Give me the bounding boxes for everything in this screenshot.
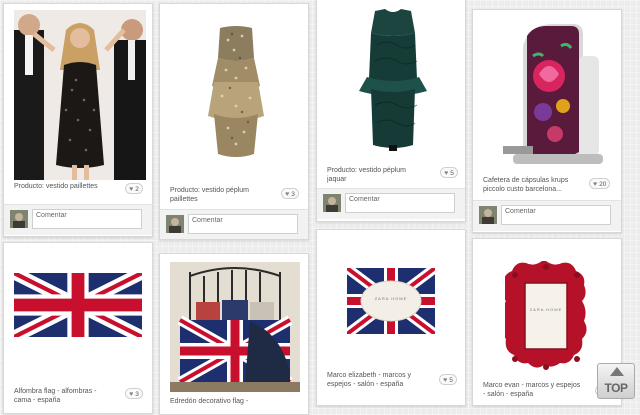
heart-icon: ♥ — [129, 186, 134, 193]
like-button[interactable]: ♥ 3 — [125, 388, 143, 399]
pin-description: Producto: vestido paillettes — [14, 183, 98, 190]
avatar — [479, 206, 497, 224]
avatar — [10, 210, 28, 228]
arrow-up-icon — [610, 367, 624, 376]
peplum-dress-illustration — [359, 9, 427, 151]
comment-row: Comentar — [317, 188, 465, 219]
like-button[interactable]: ♥ 3 — [281, 188, 299, 199]
pin-description: Marco evan - marcos y espejos - salón - … — [483, 382, 581, 398]
pin-card[interactable]: ZARA HOME Marco elizabeth - marcos y esp… — [316, 229, 466, 406]
like-button[interactable]: ♥ 20 — [589, 178, 611, 189]
pin-image-flag-frame[interactable]: ZARA HOME — [347, 268, 435, 334]
comment-input[interactable]: Comentar — [501, 205, 611, 225]
comment-input[interactable]: Comentar — [32, 209, 142, 229]
frame-brand-text: ZARA HOME — [374, 296, 408, 301]
pin-card[interactable]: Producto: vestido péplum paillettes ♥ 3 C… — [159, 3, 309, 240]
heart-icon: ♥ — [593, 181, 598, 188]
back-to-top-button[interactable]: TOP — [597, 363, 635, 399]
comment-input[interactable]: Comentar — [345, 193, 455, 213]
avatar — [166, 215, 184, 233]
pin-image-red-frame[interactable]: ZARA HOME — [505, 261, 587, 373]
frame-brand-text: ZARA HOME — [529, 307, 563, 312]
sequin-dress-illustration — [208, 26, 264, 157]
pin-description: Cafetera de cápsulas krups piccolo custo… — [483, 177, 569, 193]
like-button[interactable]: ♥5 — [440, 167, 458, 178]
avatar-illustration — [323, 194, 341, 212]
ornate-red-frame-illustration — [505, 261, 587, 370]
pin-image-dress-models[interactable] — [14, 10, 146, 180]
like-button[interactable]: ♥ 2 — [125, 183, 143, 194]
flag-duvet-bed-illustration — [170, 262, 300, 392]
like-count: 3 — [291, 191, 295, 198]
pin-description: Marco elizabeth - marcos y espejos - sal… — [327, 372, 412, 388]
comment-row: Comentar — [160, 209, 308, 239]
pin-image-bed-duvet[interactable] — [170, 262, 300, 392]
pin-image-peplum-dress[interactable] — [327, 5, 459, 160]
heart-icon: ♥ — [129, 391, 134, 398]
pin-description: Producto: vestido péplum jaquar — [327, 167, 406, 183]
models-illustration — [14, 10, 146, 180]
pin-description: Alfombra flag - alfombras - cama - españ… — [14, 388, 97, 404]
heart-icon: ♥ — [443, 377, 448, 384]
union-flag-rug-illustration — [14, 273, 142, 337]
heart-icon: ♥ — [444, 170, 449, 177]
comment-row: Comentar — [4, 204, 152, 235]
like-count: 5 — [449, 377, 453, 384]
union-flag-frame-illustration — [347, 268, 435, 334]
comment-input[interactable]: Comentar — [188, 214, 298, 234]
heart-icon: ♥ — [285, 191, 290, 198]
coffee-machine-illustration — [503, 24, 603, 164]
avatar-illustration — [479, 206, 497, 224]
avatar-illustration — [166, 215, 184, 233]
pin-image-sequin-dress[interactable] — [170, 10, 302, 180]
comment-row: Comentar — [473, 200, 621, 231]
pin-image-coffee-machine[interactable] — [483, 16, 615, 171]
pin-card[interactable]: Alfombra flag - alfombras - cama - españ… — [3, 242, 153, 414]
like-count: 2 — [135, 186, 139, 193]
pin-card[interactable]: Cafetera de cápsulas krups piccolo custo… — [472, 9, 622, 233]
pin-card[interactable]: Producto: vestido paillettes ♥ 2 Comentar — [3, 3, 153, 237]
avatar-illustration — [10, 210, 28, 228]
like-button[interactable]: ♥5 — [439, 374, 457, 385]
pin-description: Producto: vestido péplum paillettes — [170, 187, 249, 203]
pin-description: Edredón decorativo flag - — [170, 398, 249, 405]
pin-image-flag-rug[interactable] — [14, 273, 142, 337]
back-to-top-label: TOP — [604, 381, 628, 395]
pin-card[interactable]: Producto: vestido péplum jaquar ♥ 5 Comen… — [316, 0, 466, 222]
avatar — [323, 194, 341, 212]
like-count: 3 — [135, 391, 139, 398]
like-count: 5 — [450, 170, 454, 177]
pin-card[interactable]: Edredón decorativo flag - — [159, 253, 309, 415]
like-count: 20 — [599, 181, 607, 188]
